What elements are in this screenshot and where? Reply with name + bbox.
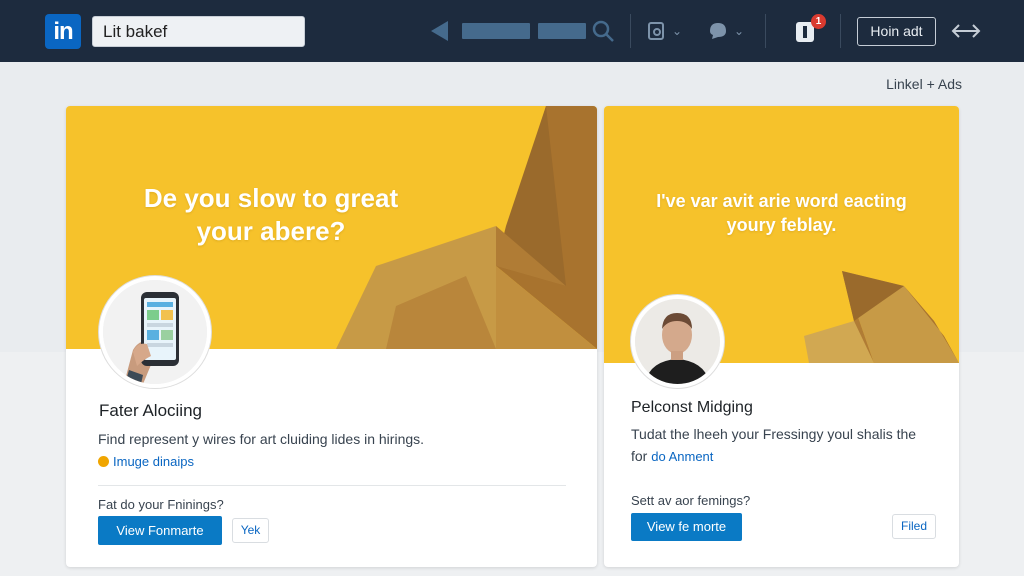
top-nav-bar: in Lit bakef ⌄ ⌄ 1 Hoin adt [0, 0, 1024, 62]
notification-badge: 1 [811, 14, 826, 29]
card-description: Find represent y wires for art cluiding … [98, 431, 425, 447]
nav-divider [765, 14, 766, 48]
nav-divider [840, 14, 841, 48]
card-question: Sett av aor femings? [631, 493, 751, 508]
card-title: Pelconst Midging [631, 399, 753, 416]
card-link-label: Imuge dinaips [113, 454, 194, 469]
nav-placeholder-bar [538, 23, 586, 39]
home-button[interactable]: Hoin adt [857, 17, 936, 46]
secondary-button[interactable]: Yek [232, 518, 269, 543]
card-link[interactable]: Imuge dinaips [98, 454, 194, 469]
card-title: Fater Alociing [99, 401, 202, 420]
card-link[interactable]: do Anment [651, 449, 713, 464]
search-input[interactable]: Lit bakef [92, 16, 305, 47]
search-icon[interactable] [590, 18, 616, 44]
card-description-prefix: for [631, 448, 648, 464]
phone-image [99, 276, 211, 388]
card-description: Tudat the lheeh your Fressingy youl shal… [631, 423, 941, 468]
view-more-button[interactable]: View fe morte [631, 513, 742, 541]
secondary-button[interactable]: Filed [892, 514, 936, 539]
chevron-down-icon[interactable]: ⌄ [672, 24, 682, 38]
ad-card: De you slow to great your abere? Fater A… [66, 106, 597, 567]
jobs-icon[interactable] [645, 19, 669, 43]
ad-headline: I've var avit arie word eacting youry fe… [656, 191, 907, 235]
ad-headline: De you slow to great your abere? [143, 183, 399, 246]
chevron-down-icon[interactable]: ⌄ [734, 24, 744, 38]
divider [98, 485, 566, 486]
card-question: Fat do your Fninings? [98, 497, 224, 512]
ad-card: I've var avit arie word eacting youry fe… [604, 106, 959, 567]
card-description-text: Tudat the lheeh your Fressingy youl shal… [631, 426, 917, 442]
profile-photo [631, 295, 724, 388]
view-more-button[interactable]: View Fonmarte [98, 516, 222, 545]
expand-icon[interactable] [950, 21, 982, 41]
linkedin-logo[interactable]: in [45, 14, 81, 49]
ads-label: Linkel + Ads [886, 76, 962, 92]
emoji-icon [98, 456, 109, 467]
back-arrow-icon[interactable] [431, 21, 448, 41]
nav-divider [630, 14, 631, 48]
chat-icon[interactable] [706, 19, 730, 43]
nav-placeholder-bar [462, 23, 530, 39]
